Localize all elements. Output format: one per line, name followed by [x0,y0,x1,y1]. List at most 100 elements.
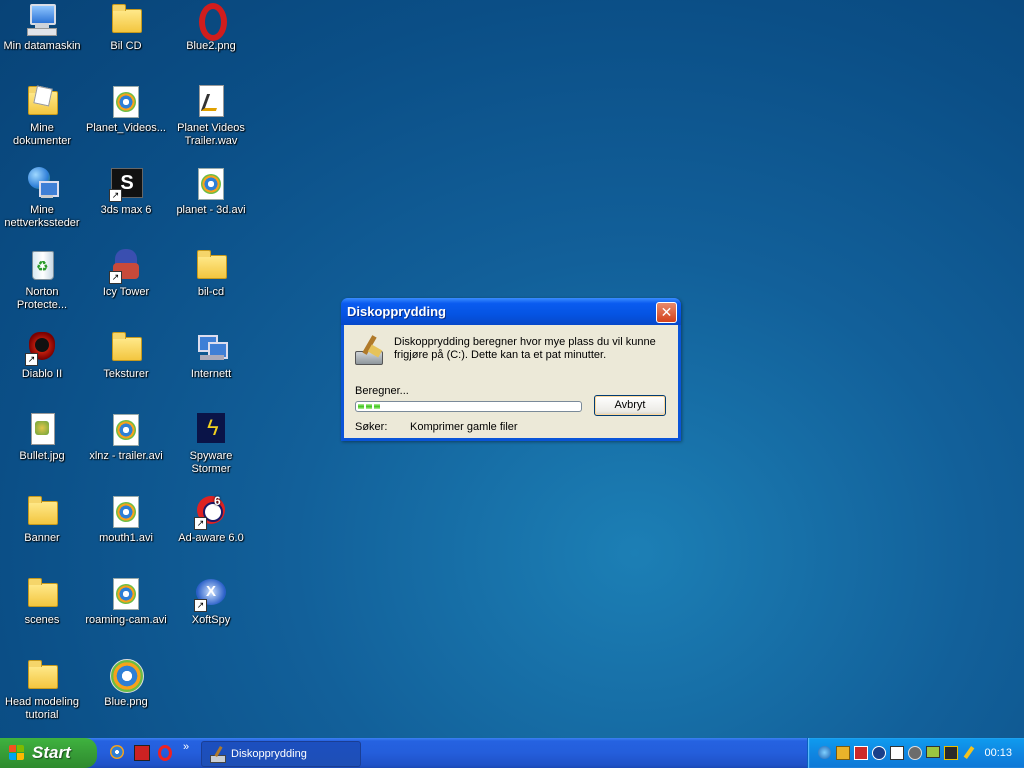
desktop-icon-3ds-max[interactable]: S ↗ 3ds max 6 [84,166,168,217]
icon-label: Mine dokumenter [12,122,72,147]
media-player-ql-icon[interactable] [110,745,126,761]
desktop-icon-planet-3d[interactable]: planet - 3d.avi [169,166,253,217]
close-button[interactable]: ✕ [656,302,677,323]
desktop-icon-banner[interactable]: Banner [0,494,84,545]
close-icon: ✕ [660,304,673,320]
start-button[interactable]: Start [0,738,97,768]
opera-ql-icon[interactable] [158,745,174,761]
desktop-icon-spyware-stormer[interactable]: ϟ Spyware Stormer [169,412,253,476]
icon-label: xlnz - trailer.avi [89,450,163,462]
media-file-icon [109,412,143,446]
windows-update-icon[interactable] [836,746,850,760]
desktop-icon-head-modeling[interactable]: Head modeling tutorial [0,658,84,722]
desktop-icon-xoftspy[interactable]: X ↗ XoftSpy [169,576,253,627]
desktop-icon-blue2[interactable]: Blue2.png [169,2,253,53]
icon-label: Diablo II [21,368,63,380]
security-icon[interactable] [854,746,868,760]
icon-label: Bil CD [110,40,142,52]
progress-bar [355,401,582,412]
icon-label: Bullet.jpg [19,450,65,462]
icon-label: mouth1.avi [99,532,153,544]
icon-label: Norton Protecte... [16,286,68,311]
icon-label: Blue.png [104,696,148,708]
icon-label: Min datamaskin [3,40,81,52]
dialog-title-bar[interactable]: Diskopprydding [341,298,681,325]
icon-label: Ad-aware 6.0 [178,532,244,544]
icon-label: Planet_Videos... [86,122,166,134]
desktop-icon-mine-nettverkssteder[interactable]: Mine nettverkssteder [0,166,84,230]
internet-icon [194,330,228,364]
icon-label: Banner [24,532,60,544]
folder-icon [25,576,59,610]
desktop-icon-diablo[interactable]: ↗ Diablo II [0,330,84,381]
icy-tower-icon: ↗ [109,248,143,284]
display-icon[interactable] [926,746,940,760]
folder-icon [25,658,59,692]
desktop-icon-internett[interactable]: Internett [169,330,253,381]
icon-label: Planet Videos Trailer.wav [177,122,245,147]
edit-icon[interactable] [890,746,904,760]
desktop-icon-roaming-cam[interactable]: roaming-cam.avi [84,576,168,627]
folder-icon [109,2,143,36]
image-file-icon [25,412,59,446]
icon-label: Head modeling tutorial [5,696,79,721]
desktop-icon-bullet[interactable]: Bullet.jpg [0,412,84,463]
quick-launch-chevron[interactable]: » [183,741,189,753]
progress-fill [358,404,583,409]
media-file-icon [109,494,143,528]
audio-file-icon [194,84,228,118]
graphics-icon[interactable] [944,746,958,760]
desktop-icon-xlnz-trailer[interactable]: xlnz - trailer.avi [84,412,168,463]
system-tray: 00:13 [807,738,1024,768]
network-icon[interactable] [818,746,832,760]
xoftspy-icon: X ↗ [194,576,228,612]
disk-cleanup-icon [355,335,387,365]
tool-icon[interactable] [962,746,976,760]
desktop-icon-ad-aware[interactable]: 6 ↗ Ad-aware 6.0 [169,494,253,545]
opera-icon [194,2,228,41]
searching-label: Søker: [355,421,388,433]
desktop-icon-min-datamaskin[interactable]: Min datamaskin [0,2,84,53]
searching-value: Komprimer gamle filer [410,421,518,433]
icon-label: Teksturer [103,368,149,380]
media-file-icon [109,576,143,610]
media-icon[interactable] [908,746,922,760]
desktop-icon-planet-videos-wav[interactable]: Planet Videos Trailer.wav [169,84,253,148]
desktop-icon-norton[interactable]: ♻ Norton Protecte... [0,248,84,312]
media-file-icon [109,84,143,118]
diablo-icon: ↗ [25,330,59,366]
desktop-icon-teksturer[interactable]: Teksturer [84,330,168,381]
3ds-max-icon: S ↗ [109,166,143,202]
desktop-icon-mouth1[interactable]: mouth1.avi [84,494,168,545]
desktop-icon-bil-cd[interactable]: Bil CD [84,2,168,53]
taskbar: Start » Diskopprydding 00:13 [0,738,1024,768]
dialog-body: Diskopprydding beregner hvor mye plass d… [344,325,678,438]
computer-icon [25,2,59,36]
cancel-button[interactable]: Avbryt [594,395,666,416]
icon-label: XoftSpy [191,614,231,626]
ad-aware-icon: 6 ↗ [194,494,228,530]
desktop-icon-bil-cd-folder[interactable]: bil-cd [169,248,253,299]
spyware-stormer-icon: ϟ [194,412,228,446]
icon-label: Internett [190,368,232,380]
windows-logo-icon [9,745,25,761]
recycle-bin-icon: ♻ [25,248,59,282]
media-file-icon [194,166,228,200]
icon-label: Spyware Stormer [189,450,233,475]
disk-cleanup-icon [210,745,226,763]
desktop-icon-blue-png[interactable]: Blue.png [84,658,168,709]
antivirus-icon[interactable] [872,746,886,760]
game-ql-icon[interactable] [134,745,150,761]
icon-label: Mine nettverkssteder [4,204,80,229]
clock: 00:13 [984,747,1012,759]
folder-icon [194,248,228,282]
desktop-icon-scenes[interactable]: scenes [0,576,84,627]
desktop-icon-planet-videos[interactable]: Planet_Videos... [84,84,168,135]
folder-icon [109,330,143,364]
taskbar-item-diskopprydding[interactable]: Diskopprydding [201,741,361,767]
desktop-icon-icy-tower[interactable]: ↗ Icy Tower [84,248,168,299]
documents-folder-icon [25,84,59,118]
dialog-message: Diskopprydding beregner hvor mye plass d… [394,336,656,361]
desktop-icon-mine-dokumenter[interactable]: Mine dokumenter [0,84,84,148]
progress-segment [358,404,364,409]
